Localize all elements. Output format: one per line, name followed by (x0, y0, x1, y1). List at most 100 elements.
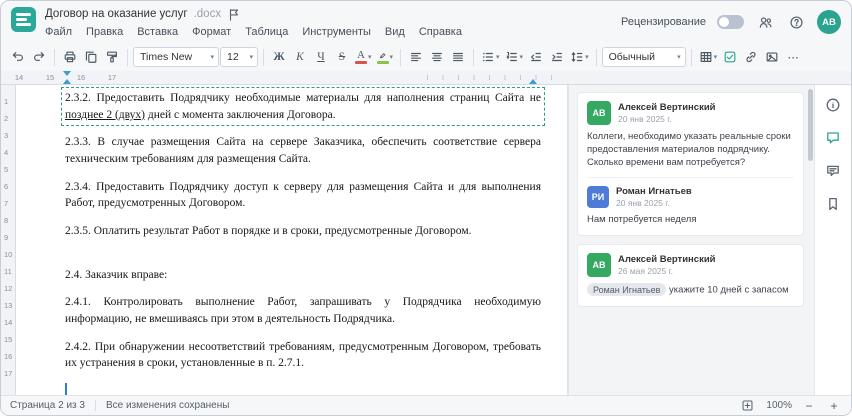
font-size-select[interactable]: 12 ▾ (220, 47, 258, 67)
paragraph-style-select[interactable]: Обычный ▾ (601, 47, 686, 67)
zoom-out-button[interactable]: − (801, 398, 817, 414)
info-icon[interactable] (823, 95, 843, 115)
comment-text: Коллеги, необходимо указать реальные сро… (587, 131, 791, 168)
paragraph-commented: 2.3.2. Предоставить Подрядчику необходим… (61, 87, 545, 127)
numbered-list-button[interactable]: ▾ (503, 46, 526, 68)
redo-button[interactable] (29, 46, 49, 68)
mention-chip: Роман Игнатьев (587, 283, 667, 297)
copy-style-button[interactable] (102, 46, 122, 68)
paragraph-text: 2.3.2. Предоставить Подрядчику необходим… (65, 92, 541, 104)
zoom-in-button[interactable]: + (826, 398, 842, 414)
menu-edit[interactable]: Правка (86, 26, 123, 38)
comment-avatar: АВ (587, 253, 611, 278)
paragraph: 2.3.3. В случае размещения Сайта на серв… (65, 136, 541, 166)
bookmark-icon[interactable] (823, 194, 843, 214)
undo-button[interactable] (8, 46, 28, 68)
fit-page-icon[interactable] (737, 396, 757, 416)
right-sidebar (814, 85, 851, 395)
bullet-list-button[interactable]: ▾ (479, 46, 502, 68)
menu-format[interactable]: Формат (192, 26, 231, 38)
text-cursor (65, 383, 67, 395)
line-spacing-button[interactable]: ▾ (568, 46, 591, 68)
decrease-indent-button[interactable] (526, 46, 546, 68)
paragraph: 2.4.1. Контролировать выполнение Работ, … (65, 296, 541, 326)
right-indent-marker[interactable] (529, 79, 537, 84)
top-right-controls: Рецензирование АВ (621, 7, 841, 34)
formatting-toolbar: Times New ▾ 12 ▾ Ж К Ч S A ▾ ▾ ▾ ▾ ▾ Обычны… (1, 43, 851, 71)
title-menu-block: Договор на оказание услуг .docx Файл Прав… (45, 7, 621, 39)
document-extension: .docx (193, 7, 222, 20)
checkbox-button[interactable] (720, 46, 740, 68)
chat-icon[interactable] (823, 161, 843, 181)
bold-button[interactable]: Ж (269, 46, 289, 68)
menu-table[interactable]: Таблица (245, 26, 288, 38)
commented-text: позднее 2 (двух) (65, 108, 146, 121)
underline-button[interactable]: Ч (311, 46, 331, 68)
top-bar: Договор на оказание услуг .docx Файл Прав… (1, 1, 851, 43)
reply-date: 20 янв 2025 г. (616, 198, 670, 209)
align-justify-button[interactable] (448, 46, 468, 68)
main-area: 1 2 3 4 5 6 7 8 9 10 11 12 13 14 15 16 17 2.3.2. Предост… (1, 85, 851, 395)
menu-help[interactable]: Справка (419, 26, 462, 38)
review-mode-toggle[interactable] (717, 15, 744, 29)
comment-card[interactable]: АВ Алексей Вертинский 20 янв 2025 г. Кол… (577, 92, 804, 237)
align-left-button[interactable] (406, 46, 426, 68)
align-center-button[interactable] (427, 46, 447, 68)
comment-date: 20 янв 2025 г. (618, 114, 672, 124)
paragraph-text: дней с момента заключения Договора. (145, 108, 336, 121)
paragraph: 2.3.4. Предоставить Подрядчику доступ к … (65, 180, 541, 210)
horizontal-ruler: 1234567891011121314151617 (1, 71, 851, 85)
paragraph: 2.4. Заказчик вправе: (65, 268, 168, 281)
highlight-color-button[interactable]: ▾ (375, 46, 396, 68)
help-icon[interactable] (786, 12, 806, 32)
comment-reply[interactable]: РИ Роман Игнатьев 20 янв 2025 г. Нам пот… (587, 177, 794, 227)
collaborators-icon[interactable] (755, 12, 775, 32)
comment-author: Алексей Вертинский (618, 254, 716, 266)
comment-card[interactable]: АВ Алексей Вертинский 26 мая 2025 г. Ром… (577, 244, 804, 307)
vertical-ruler: 1 2 3 4 5 6 7 8 9 10 11 12 13 14 15 16 17 (1, 85, 16, 395)
comment-date: 26 мая 2025 г. (618, 266, 674, 277)
document-editor-window: Договор на оказание услуг .docx Файл Прав… (0, 0, 852, 416)
document-page[interactable]: 2.3.2. Предоставить Подрядчику необходим… (16, 85, 568, 395)
strikethrough-button[interactable]: S (332, 46, 352, 68)
page-indicator: Страница 2 из 3 (10, 400, 85, 411)
insert-link-button[interactable] (741, 46, 761, 68)
comments-scrollbar (808, 89, 813, 389)
paragraph: 2.4.2. При обнаружении несоответствий тр… (65, 340, 541, 370)
status-bar: Страница 2 из 3 Все изменения сохранены … (1, 395, 851, 415)
hanging-indent-marker[interactable] (63, 79, 71, 84)
font-family-select[interactable]: Times New ▾ (133, 47, 219, 67)
document-title[interactable]: Договор на оказание услуг (45, 8, 188, 21)
paragraph: 2.3.5. Оплатить результат Работ в порядк… (65, 225, 472, 238)
review-mode-label: Рецензирование (621, 16, 706, 28)
comment-author: Алексей Вертинский (618, 102, 716, 113)
app-logo[interactable] (11, 7, 36, 32)
insert-table-button[interactable]: ▾ (697, 46, 720, 68)
reply-avatar: РИ (587, 186, 609, 209)
reply-author: Роман Игнатьев (616, 186, 692, 198)
comment-text: Роман Игнатьев укажите 10 дней с запасом (587, 283, 794, 297)
user-avatar[interactable]: АВ (817, 10, 841, 34)
insert-image-button[interactable] (762, 46, 782, 68)
save-status: Все изменения сохранены (105, 400, 230, 411)
italic-button[interactable]: К (290, 46, 310, 68)
menu-tools[interactable]: Инструменты (302, 26, 371, 38)
menu-file[interactable]: Файл (45, 26, 72, 38)
menu-bar: Файл Правка Вставка Формат Таблица Инстр… (45, 26, 621, 38)
comment-avatar: АВ (587, 101, 611, 125)
zoom-value[interactable]: 100% (766, 400, 792, 411)
comments-icon[interactable] (823, 128, 843, 148)
menu-view[interactable]: Вид (385, 26, 405, 38)
menu-insert[interactable]: Вставка (137, 26, 178, 38)
first-line-indent-marker[interactable] (63, 71, 71, 76)
copy-button[interactable] (81, 46, 101, 68)
font-color-button[interactable]: A ▾ (353, 46, 374, 68)
print-button[interactable] (60, 46, 80, 68)
scrollbar-thumb[interactable] (808, 89, 813, 161)
flag-icon[interactable] (227, 7, 241, 21)
toolbar-more-button[interactable]: ⋯ (783, 46, 803, 68)
comments-panel: АВ Алексей Вертинский 20 янв 2025 г. Кол… (568, 85, 814, 395)
document-title-row: Договор на оказание услуг .docx (45, 7, 621, 21)
increase-indent-button[interactable] (547, 46, 567, 68)
reply-text: Нам потребуется неделя (587, 214, 697, 226)
